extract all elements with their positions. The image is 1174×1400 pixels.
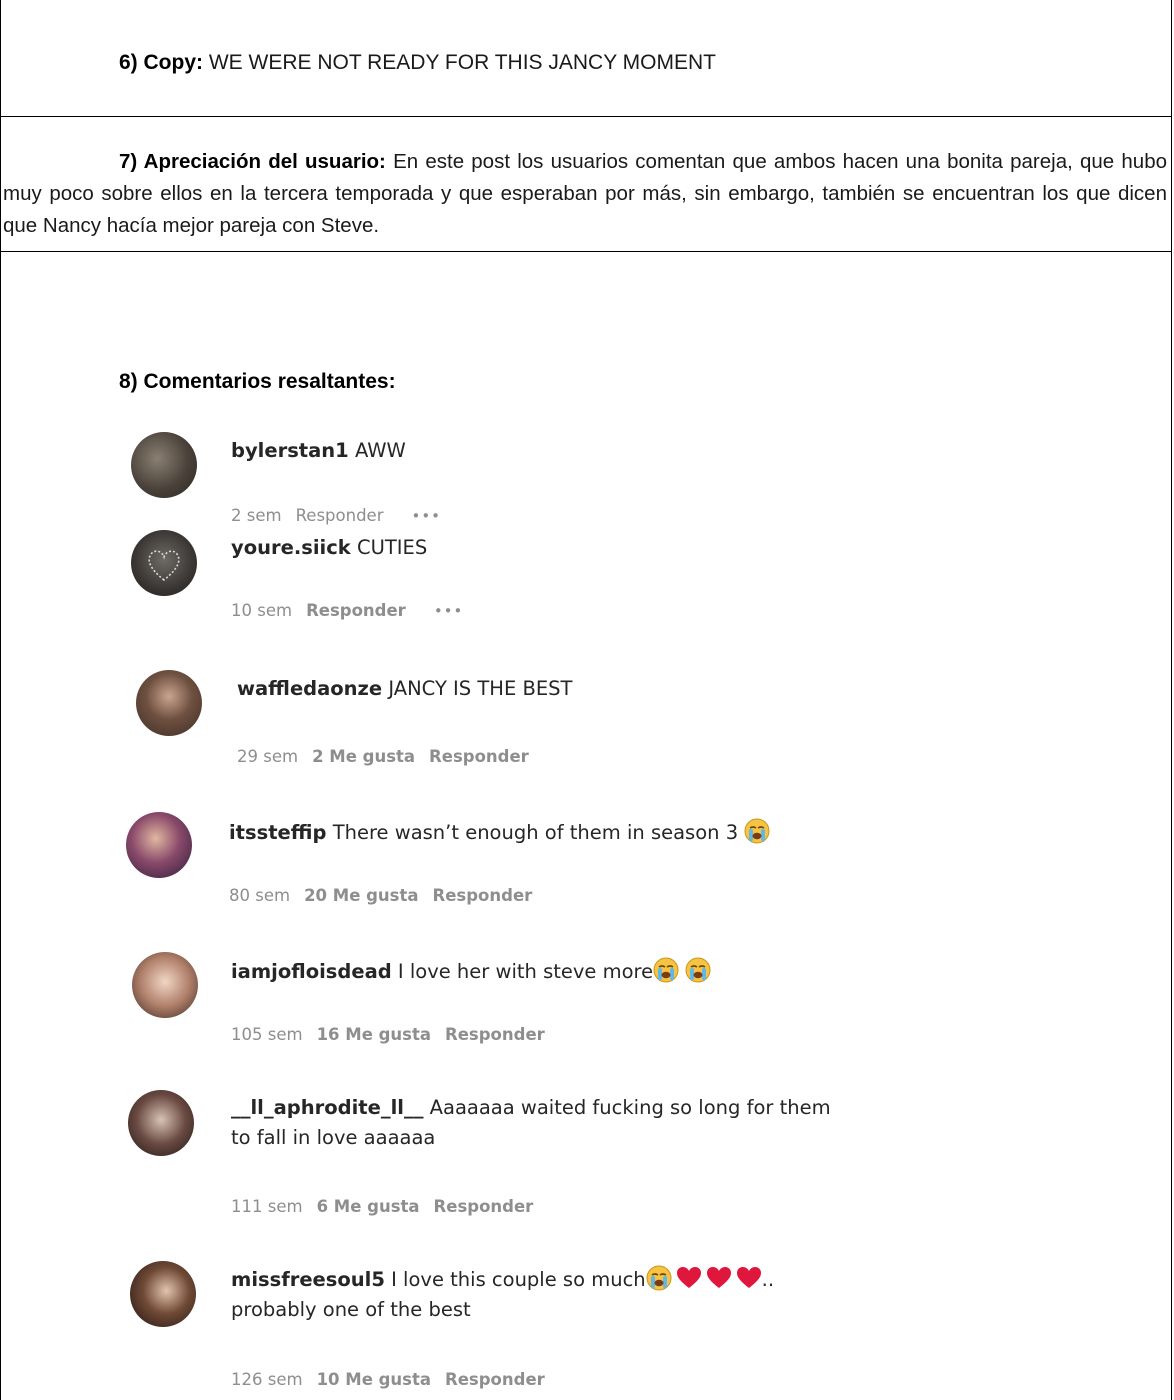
comment-meta: 29 sem 2 Me gusta Responder [237,747,543,766]
comment-meta: 126 sem 10 Me gusta Responder [231,1370,559,1389]
like-count[interactable]: 6 Me gusta [317,1197,420,1216]
comment-username[interactable]: iamjofloisdead [231,960,392,983]
comment-text: bylerstan1 AWW [231,436,406,466]
avatar[interactable] [128,1090,194,1156]
reply-button[interactable]: Responder [445,1025,545,1044]
comment-meta: 111 sem 6 Me gusta Responder [231,1197,547,1216]
comment-time: 80 sem [229,886,291,905]
copy-row: 6) Copy: WE WERE NOT READY FOR THIS JANC… [1,0,1171,116]
more-options-icon[interactable]: ••• [434,602,464,620]
comment-message: CUTIES [356,536,428,559]
crying-face-emoji-icon [685,957,711,983]
avatar[interactable] [132,952,198,1018]
avatar[interactable] [126,812,192,878]
crying-face-emoji-icon [653,957,679,983]
comment-username[interactable]: __ll_aphrodite_ll__ [231,1096,423,1119]
avatar[interactable] [130,1261,196,1327]
comment-message-line2: probably one of the best [231,1298,471,1321]
comment-time: 111 sem [231,1197,303,1216]
comment-message: AWW [354,439,406,462]
reply-button[interactable]: Responder [429,747,529,766]
comment-username[interactable]: waffledaonze [237,677,382,700]
appreciation-paragraph: 7) Apreciación del usuario: En este post… [3,146,1167,242]
comment-username[interactable]: missfreesoul5 [231,1268,385,1291]
comment-text: __ll_aphrodite_ll__ Aaaaaaa waited fucki… [231,1093,831,1153]
comment-meta: 10 sem Responder ••• [231,601,477,620]
comment-username[interactable]: bylerstan1 [231,439,349,462]
comment-message: I love her with steve more [397,960,654,983]
crying-face-emoji-icon [646,1265,672,1291]
comment-username[interactable]: itssteffip [229,821,326,844]
copy-line: 6) Copy: WE WERE NOT READY FOR THIS JANC… [119,51,716,75]
comment-message: JANCY IS THE BEST [388,677,573,700]
comment-time: 29 sem [237,747,299,766]
comment-message-line2: to fall in love aaaaaa [231,1126,436,1149]
like-count[interactable]: 10 Me gusta [317,1370,431,1389]
red-heart-icon [736,1266,762,1290]
avatar[interactable] [131,530,197,596]
comment-text: missfreesoul5 I love this couple so much… [231,1265,774,1325]
copy-label: 6) Copy: [119,51,203,74]
heart-doodle-icon [148,550,180,582]
avatar[interactable] [136,670,202,736]
comment-username[interactable]: youre.siick [231,536,351,559]
comments-title: 8) Comentarios resaltantes: [119,370,396,393]
crying-face-emoji-icon [744,818,770,844]
comment-message: Aaaaaaa waited fucking so long for them [429,1096,831,1119]
comment-text: waffledaonze JANCY IS THE BEST [237,674,572,704]
comment-message: I love this couple so much [391,1268,646,1291]
red-heart-icon [676,1266,702,1290]
comment-meta: 80 sem 20 Me gusta Responder [229,886,546,905]
like-count[interactable]: 20 Me gusta [304,886,418,905]
reply-button[interactable]: Responder [433,886,533,905]
comment-text: youre.siick CUTIES [231,533,427,563]
like-count[interactable]: 16 Me gusta [317,1025,431,1044]
comment-text: itssteffip There wasn’t enough of them i… [229,818,770,848]
comment-time: 10 sem [231,601,293,620]
comment-time: 105 sem [231,1025,303,1044]
reply-button[interactable]: Responder [306,601,406,620]
comment-message: There wasn’t enough of them in season 3 [332,821,739,844]
comment-time: 126 sem [231,1370,303,1389]
document-table: 6) Copy: WE WERE NOT READY FOR THIS JANC… [0,0,1172,1400]
comment-message-tail: .. [761,1268,775,1291]
appreciation-row: 7) Apreciación del usuario: En este post… [1,116,1171,252]
like-count[interactable]: 2 Me gusta [312,747,415,766]
reply-button[interactable]: Responder [296,506,384,525]
reply-button[interactable]: Responder [445,1370,545,1389]
comment-time: 2 sem [231,506,282,525]
copy-text: WE WERE NOT READY FOR THIS JANCY MOMENT [208,51,717,74]
avatar[interactable] [131,432,197,498]
appreciation-label: 7) Apreciación del usuario: [119,150,386,173]
reply-button[interactable]: Responder [434,1197,534,1216]
comment-text: iamjofloisdead I love her with steve mor… [231,957,711,987]
comment-meta: 105 sem 16 Me gusta Responder [231,1025,559,1044]
red-heart-icon [706,1266,732,1290]
more-options-icon[interactable]: ••• [411,507,441,525]
comment-meta: 2 sem Responder ••• [231,506,455,525]
